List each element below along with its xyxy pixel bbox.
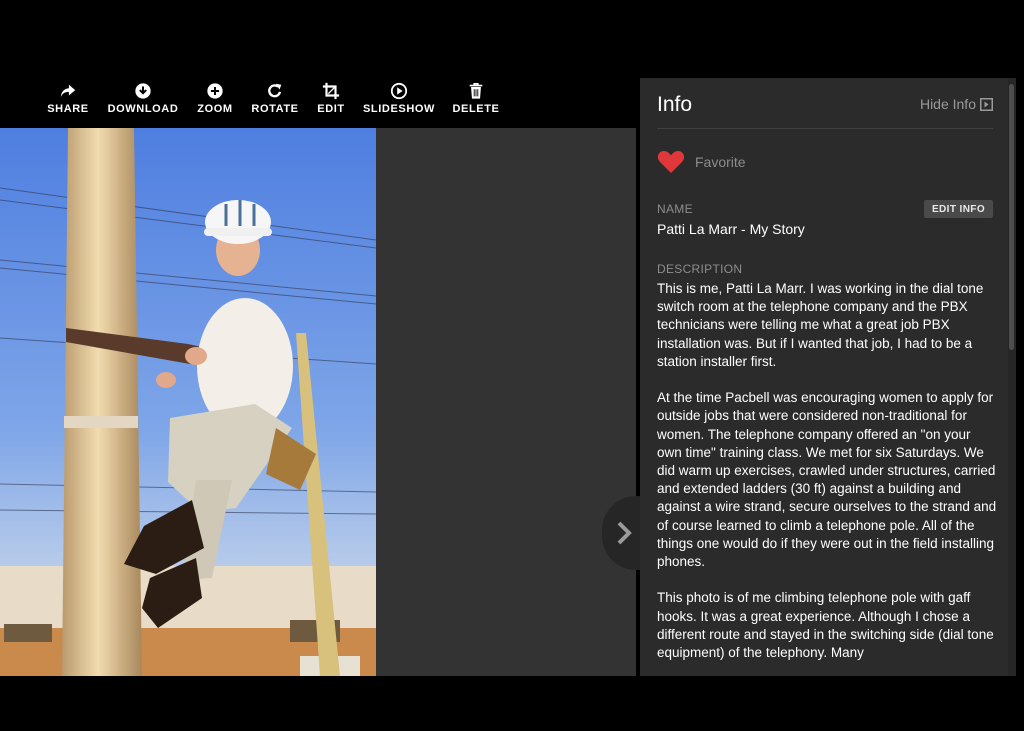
share-icon — [60, 84, 76, 98]
rotate-label: ROTATE — [251, 103, 299, 115]
zoom-in-icon — [207, 83, 223, 99]
edit-label: EDIT — [317, 103, 345, 115]
trash-icon — [469, 82, 483, 99]
info-panel-scrollbar[interactable] — [1008, 78, 1016, 676]
scrollbar-thumb[interactable] — [1009, 84, 1014, 350]
photo-stage — [0, 128, 670, 676]
delete-label: DELETE — [452, 103, 500, 115]
info-panel-header: Info Hide Info — [657, 90, 993, 129]
favorite-toggle[interactable]: Favorite — [657, 150, 746, 174]
play-icon — [390, 82, 408, 100]
slideshow-button[interactable]: SLIDESHOW — [361, 78, 437, 128]
hide-info-label: Hide Info — [919, 96, 976, 112]
download-label: DOWNLOAD — [107, 103, 179, 115]
rotate-icon — [268, 83, 282, 98]
crop-icon — [322, 82, 340, 100]
info-panel: Info Hide Info Favorite NAME EDIT INFO P… — [640, 78, 1015, 676]
photo-description: This is me, Patti La Marr. I was working… — [657, 281, 997, 661]
photo-name: Patti La Marr - My Story — [657, 221, 805, 237]
zoom-button[interactable]: ZOOM — [195, 78, 235, 128]
download-button[interactable]: DOWNLOAD — [105, 78, 181, 128]
edit-info-button[interactable]: EDIT INFO — [923, 200, 993, 218]
share-button[interactable]: SHARE — [46, 78, 90, 128]
heart-icon — [657, 151, 685, 173]
download-icon — [135, 83, 151, 99]
zoom-label: ZOOM — [197, 103, 233, 115]
name-section-label: NAME — [657, 202, 693, 216]
hide-info-button[interactable]: Hide Info — [920, 96, 993, 112]
edit-button[interactable]: EDIT — [315, 78, 347, 128]
photo-image — [0, 128, 376, 676]
slideshow-label: SLIDESHOW — [362, 103, 435, 115]
photo-toolbar: SHARE DOWNLOAD ZOOM ROTATE EDIT SLIDESHO… — [0, 78, 499, 128]
info-panel-title: Info — [657, 93, 693, 116]
collapse-panel-icon — [980, 97, 993, 111]
share-label: SHARE — [47, 103, 89, 115]
chevron-right-icon — [617, 521, 632, 545]
photo[interactable] — [0, 128, 376, 676]
favorite-label: Favorite — [695, 154, 746, 170]
rotate-button[interactable]: ROTATE — [250, 78, 300, 128]
description-section-label: DESCRIPTION — [657, 262, 743, 276]
delete-button[interactable]: DELETE — [451, 78, 501, 128]
